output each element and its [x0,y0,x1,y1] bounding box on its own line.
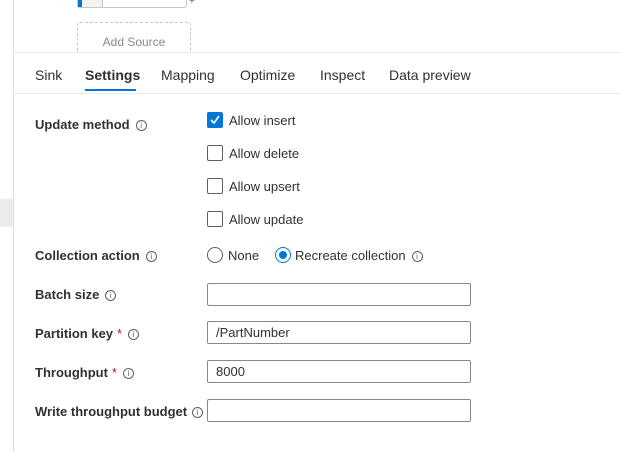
write-throughput-budget-text: Write throughput budget [35,404,188,419]
allow-delete-checkbox[interactable] [207,145,223,161]
write-throughput-budget-label: Write throughput budget i [35,404,204,419]
tab-optimize[interactable]: Optimize [240,67,295,83]
tab-inspect[interactable]: Inspect [320,67,365,83]
info-icon[interactable]: i [192,407,204,418]
active-tab-indicator [85,89,136,91]
recreate-collection-text: Recreate collection [295,248,406,263]
batch-size-label: Batch size i [35,287,117,302]
info-icon[interactable]: i [411,251,423,262]
tab-sink[interactable]: Sink [35,67,62,83]
throughput-label: Throughput * i [35,365,134,380]
tab-settings[interactable]: Settings [85,67,140,83]
required-mark: * [117,326,123,341]
gutter-tab[interactable] [0,199,13,227]
collection-action-text: Collection action [35,248,140,263]
throughput-input[interactable] [207,360,471,383]
allow-insert-checkbox[interactable] [207,112,223,128]
update-method-label: Update method i [35,117,147,132]
allow-update-label[interactable]: Allow update [229,212,303,227]
info-icon[interactable]: i [145,251,157,262]
left-gutter [0,0,14,452]
allow-update-checkbox[interactable] [207,211,223,227]
batch-size-text: Batch size [35,287,100,302]
node-icon-segment [82,0,103,7]
allow-delete-label[interactable]: Allow delete [229,146,299,161]
allow-upsert-checkbox[interactable] [207,178,223,194]
partition-key-input[interactable] [207,321,471,344]
add-transform-plus-icon[interactable]: + [189,0,195,7]
write-throughput-budget-input[interactable] [207,399,471,422]
none-radio-label[interactable]: None [228,248,259,263]
tab-data-preview[interactable]: Data preview [389,67,471,83]
info-icon[interactable]: i [128,329,140,340]
partition-key-text: Partition key [35,326,114,341]
batch-size-input[interactable] [207,283,471,306]
throughput-text: Throughput [35,365,108,380]
dataflow-canvas: + Add Source [14,0,621,52]
allow-insert-label[interactable]: Allow insert [229,113,295,128]
allow-upsert-label[interactable]: Allow upsert [229,179,300,194]
tab-mapping[interactable]: Mapping [161,67,215,83]
partition-key-label: Partition key * i [35,326,140,341]
update-method-text: Update method [35,117,130,132]
required-mark: * [111,365,117,380]
info-icon[interactable]: i [105,290,117,301]
none-radio[interactable] [207,247,223,263]
info-icon[interactable]: i [135,120,147,131]
settings-tab-bar: Sink Settings Mapping Optimize Inspect D… [14,52,621,94]
add-source-button[interactable]: Add Source [77,22,191,52]
info-icon[interactable]: i [122,368,134,379]
recreate-collection-label[interactable]: Recreate collection i [295,248,423,263]
collection-action-label: Collection action i [35,248,157,263]
source-node[interactable] [77,0,187,8]
checkmark-icon [210,115,220,125]
recreate-collection-radio[interactable] [275,247,291,263]
